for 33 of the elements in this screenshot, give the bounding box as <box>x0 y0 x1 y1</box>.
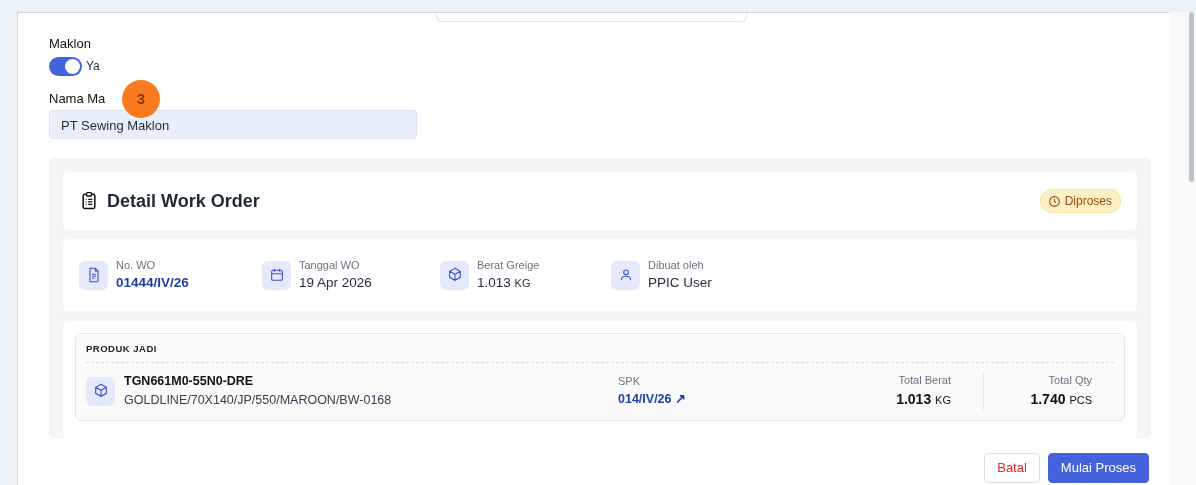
card-title: Detail Work Order <box>107 189 260 213</box>
section-heading: PRODUK JADI <box>86 342 1114 364</box>
total-value: 1.740 PCS <box>1029 389 1092 409</box>
info-label: Tanggal WO <box>299 257 361 273</box>
info-value: 19 Apr 2026 <box>299 274 372 293</box>
info-value: PPIC User <box>648 274 712 293</box>
cancel-button[interactable]: Batal <box>984 453 1040 483</box>
calendar-icon <box>268 267 285 283</box>
info-label: SPK <box>618 373 641 389</box>
field-label: Maklon <box>49 35 91 53</box>
info-value: 1.013 KG <box>477 274 532 293</box>
toggle-switch[interactable] <box>49 56 82 76</box>
spk-link[interactable]: 014/IV/26 ↗ <box>618 392 686 407</box>
input-field[interactable]: PT Sewing Maklon <box>49 110 417 139</box>
product-code: TGN661M0-55N0-DRE <box>124 373 255 391</box>
clipboard-icon <box>79 191 99 211</box>
field-label: Nama Ma <box>49 89 106 108</box>
total-value: 1.013 KG <box>895 389 951 409</box>
info-label: Berat Greige <box>477 257 540 273</box>
total-label: Total Berat <box>897 373 951 389</box>
total-label: Total Qty <box>1047 373 1092 389</box>
product-description: GOLDLINE/70X140/JP/550/MAROON/BW-0168 <box>124 392 393 409</box>
status-badge: Diproses <box>1039 189 1121 213</box>
box-icon <box>446 267 463 283</box>
step-marker: 3 <box>122 80 160 118</box>
clock-icon <box>1047 194 1061 208</box>
toggle-label: Ya <box>86 58 100 75</box>
info-label: No. WO <box>116 257 157 273</box>
start-button[interactable]: Mulai Proses <box>1047 453 1149 483</box>
info-link[interactable]: 01444/IV/26 <box>116 273 189 294</box>
info-label: Dibuat oleh <box>648 257 705 273</box>
box-icon <box>92 383 109 399</box>
scrollbar[interactable] <box>1189 12 1194 182</box>
